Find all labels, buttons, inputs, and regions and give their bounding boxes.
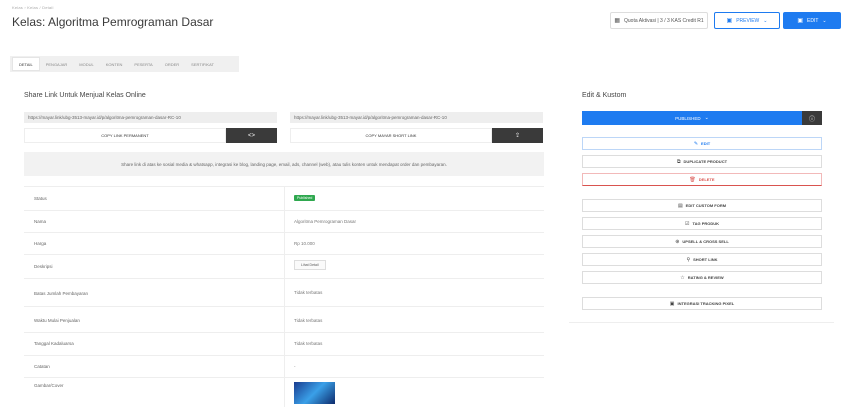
table-row: Deskripsi Lihat Detail [24,255,544,279]
row-label: Catatan [34,364,50,369]
tag-product-button[interactable]: ☑ TAG PRODUK [582,217,822,230]
short-link-actions: COPY MAYAR SHORT LINK ⇪ [290,128,543,143]
view-description-button[interactable]: Lihat Detail [294,260,326,270]
cart-icon: ⊕ [675,238,680,245]
row-label: Nama [34,219,47,224]
tracking-pixel-label: INTEGRASI TRACKING PIXEL [677,301,735,306]
upsell-label: UPSELL & CROSS SELL [682,239,729,244]
edit-product-button[interactable]: ✎ EDIT [582,137,822,150]
short-link-label: SHORT LINK [693,257,718,262]
tab-peserta[interactable]: PESERTA [128,58,158,70]
quota-button[interactable]: ▦ Quota Aktivasi | 3 / 3 KAS Credit R1 [610,12,708,29]
tab-bar: DETAIL PENGAJAR MODUL KONTEN PESERTA ORD… [10,56,239,72]
edit-dropdown-button[interactable]: ▣ EDIT ⌄ [783,12,841,29]
tab-modul[interactable]: MODUL [73,58,99,70]
tab-order[interactable]: ORDER [159,58,185,70]
quota-label: Quota Aktivasi | 3 / 3 KAS Credit R1 [624,17,704,24]
delete-product-button[interactable]: 🗑 DELETE [582,173,822,186]
info-icon[interactable]: ⓘ [802,111,822,125]
row-value: Rp 10.000 [294,241,315,246]
star-icon: ☆ [680,274,685,281]
row-label: Harga [34,241,47,246]
preview-label: PREVIEW [736,17,760,24]
chevron-down-icon: ⌄ [763,17,768,24]
status-badge: Published [294,195,316,201]
edit-custom-form-button[interactable]: ▤ EDIT CUSTOM FORM [582,199,822,212]
permanent-link-actions: COPY LINK PERMANENT <> [24,128,277,143]
chevron-down-icon: ⌄ [704,115,709,121]
table-row: Waktu Mulai Penjualan Tidak terbatas [24,307,544,333]
tab-pengajar[interactable]: PENGAJAR [40,58,74,70]
preview-icon: ▣ [726,18,733,24]
edit-product-label: EDIT [701,141,711,146]
published-label: PUBLISHED [675,115,701,121]
trash-icon: 🗑 [689,176,696,183]
copy-short-link-button[interactable]: COPY MAYAR SHORT LINK [290,128,492,143]
table-row: Tanggal Kadaluarsa Tidak terbatas [24,333,544,356]
row-label: Deskripsi [34,264,53,269]
copy-permanent-link-button[interactable]: COPY LINK PERMANENT [24,128,226,143]
row-value: Tidak terbatas [294,290,323,295]
grid-icon: ▦ [614,18,620,24]
published-dropdown[interactable]: PUBLISHED ⌄ [582,111,802,125]
row-value: Tidak terbatas [294,318,323,323]
edit-icon: ✎ [693,140,699,147]
table-row: Catatan - [24,356,544,378]
breadcrumb: Kelas › Kelas / Detail [12,5,54,10]
row-label: Batas Jumlah Pembayaran [34,291,89,296]
upsell-button[interactable]: ⊕ UPSELL & CROSS SELL [582,235,822,248]
preview-button[interactable]: ▣ PREVIEW ⌄ [714,12,780,29]
table-row: Batas Jumlah Pembayaran Tidak terbatas [24,279,544,307]
details-table: Status Published Nama Algoritma Pemrogra… [24,186,544,407]
page-title: Kelas: Algoritma Pemrograman Dasar [12,15,214,29]
link-icon: ⚲ [686,256,691,263]
panel-title: Edit & Kustom [582,92,627,99]
row-label: Status [34,196,47,201]
table-row: Gambar/Cover [24,378,544,407]
row-value: - [294,364,296,369]
edit-icon: ▣ [797,18,804,24]
tag-product-label: TAG PRODUK [692,221,720,226]
copy-icon: ⧉ [676,158,681,165]
short-link-button[interactable]: ⚲ SHORT LINK [582,253,822,266]
row-label: Tanggal Kadaluarsa [34,341,74,346]
cover-image [294,382,335,404]
row-value: Algoritma Pemrograman Dasar [294,219,357,224]
tracking-pixel-button[interactable]: ▣ INTEGRASI TRACKING PIXEL [582,297,822,310]
edit-label: EDIT [807,17,819,24]
custom-form-label: EDIT CUSTOM FORM [685,203,727,208]
tag-icon: ☑ [684,220,690,227]
chevron-down-icon: ⌄ [822,17,827,24]
tab-sertifikat[interactable]: SERTIFIKAT [185,58,220,70]
delete-product-label: DELETE [698,177,715,182]
share-icon[interactable]: ⇪ [492,128,543,143]
share-note: Share link di atas ke sosial media & wha… [24,152,544,176]
rating-review-label: RATING & REVIEW [687,275,724,280]
permanent-link-field[interactable]: https://mayar.link/ubg-3513-mayar.id/p/a… [24,112,277,123]
share-section-title: Share Link Untuk Menjual Kelas Online [24,92,146,99]
embed-code-icon[interactable]: <> [226,128,277,143]
table-row: Nama Algoritma Pemrograman Dasar [24,211,544,233]
table-row: Harga Rp 10.000 [24,233,544,255]
row-label: Gambar/Cover [34,383,64,388]
duplicate-product-label: DUPLICATE PRODUCT [683,159,728,164]
row-value: Tidak terbatas [294,341,323,346]
short-link-field[interactable]: https://mayar.link/ubg-3513-mayar.id/p/a… [290,112,543,123]
rating-review-button[interactable]: ☆ RATING & REVIEW [582,271,822,284]
pixel-icon: ▣ [669,300,675,307]
tab-detail[interactable]: DETAIL [12,57,40,71]
tab-konten[interactable]: KONTEN [100,58,129,70]
row-label: Waktu Mulai Penjualan [34,318,80,323]
form-icon: ▤ [677,202,683,209]
table-row: Status Published [24,187,544,211]
duplicate-product-button[interactable]: ⧉ DUPLICATE PRODUCT [582,155,822,168]
